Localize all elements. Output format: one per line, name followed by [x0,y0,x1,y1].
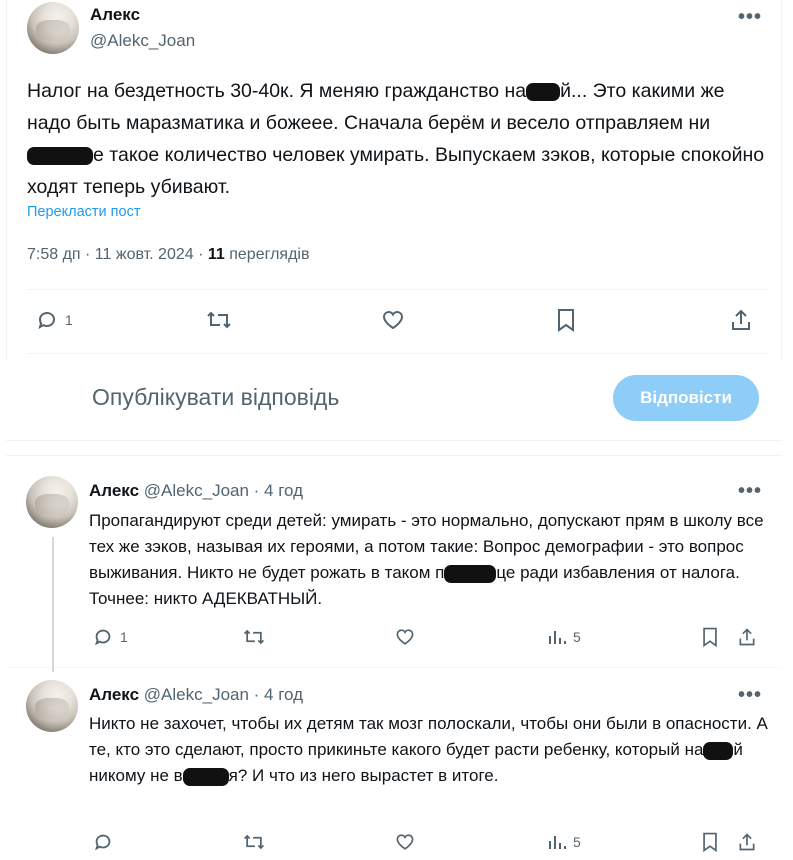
avatar[interactable] [26,680,78,732]
reply-text: Пропагандируют среди детей: умирать - эт… [89,508,769,612]
author-name[interactable]: Алекс [90,5,140,25]
repost-icon [243,629,265,645]
share-button[interactable] [737,626,757,648]
share-icon [739,628,755,646]
reply-count: 1 [65,312,73,328]
views-button[interactable]: 5 [547,832,581,852]
bookmark-icon [703,627,717,648]
analytics-icon [549,631,566,644]
more-options-icon[interactable]: ••• [738,481,762,501]
repost-button[interactable] [205,308,233,332]
share-icon [732,309,750,330]
author-name[interactable]: Алекс [89,685,139,704]
views-count: 5 [573,834,581,850]
tweet-text-part: е такое количество человек умирать. Выпу… [27,144,765,198]
reply-icon [95,629,111,646]
bookmark-button[interactable] [700,626,720,648]
divider [6,440,782,441]
tweet-text-part: Налог на бездетность 30-40к. Я меняю гра… [27,80,527,102]
divider [27,289,767,290]
bookmark-icon [703,832,717,853]
heart-icon [396,629,414,645]
heart-icon [396,834,414,850]
like-button[interactable] [394,626,416,648]
views-button[interactable]: 5 [547,627,581,647]
like-button[interactable] [394,831,416,853]
reply-text-part: Никто не захочет, чтобы их детям так моз… [89,714,768,759]
tweet-text: Налог на бездетность 30-40к. Я меняю гра… [27,75,767,203]
reply-icon [95,834,111,851]
redaction-mark [182,767,229,786]
reply-text-part: я? И что из него вырастет в итоге. [228,766,499,785]
repost-icon [207,311,231,329]
bookmark-icon [558,309,574,332]
redaction-mark [703,741,734,760]
reply-count: 1 [120,629,128,645]
author-name[interactable]: Алекс [89,481,139,500]
left-border [6,0,7,360]
views-count: 11 [207,246,225,263]
reply-header: Алекс @Alekc_Joan · 4 год [89,685,303,705]
reply-button[interactable]: 1 [92,626,128,648]
reply-submit-button[interactable]: Відповісти [613,375,759,421]
analytics-icon [549,836,566,849]
author-handle[interactable]: @Alekc_Joan · 4 год [144,685,303,704]
reply-text: Никто не захочет, чтобы их детям так моз… [89,711,769,789]
author-handle[interactable]: @Alekc_Joan · 4 год [144,481,303,500]
more-options-icon[interactable]: ••• [738,7,762,27]
divider [6,667,782,668]
redaction-mark [27,146,93,165]
divider [27,353,767,354]
reply-header: Алекс @Alekc_Joan · 4 год [89,481,303,501]
avatar[interactable] [26,476,78,528]
thread-line [52,537,54,672]
more-options-icon[interactable]: ••• [738,685,762,705]
bookmark-button[interactable] [555,307,577,333]
repost-button[interactable] [242,626,266,648]
avatar[interactable] [27,2,79,54]
share-button[interactable] [737,831,757,853]
translate-post-link[interactable]: Перекласти пост [27,204,140,220]
heart-icon [382,311,404,330]
repost-button[interactable] [242,831,266,853]
reply-button[interactable]: 1 [35,308,73,332]
like-button[interactable] [380,308,406,332]
reply-input[interactable]: Опублікувати відповідь [92,384,339,411]
views-count: 5 [573,629,581,645]
share-button[interactable] [729,307,753,333]
reply-icon [38,311,55,330]
tweet-timestamp[interactable]: 7:58 дп · 11 жовт. 2024 · [27,246,208,263]
share-icon [739,833,755,851]
views-label: переглядів [224,246,310,263]
tweet-meta: 7:58 дп · 11 жовт. 2024 · 11 переглядів [27,246,309,264]
bookmark-button[interactable] [700,831,720,853]
repost-icon [243,834,265,850]
right-border [781,0,782,360]
author-handle[interactable]: @Alekc_Joan [90,31,195,51]
divider [6,455,782,456]
redaction-mark [526,82,561,101]
redaction-mark [444,564,497,583]
reply-button[interactable] [92,831,120,853]
